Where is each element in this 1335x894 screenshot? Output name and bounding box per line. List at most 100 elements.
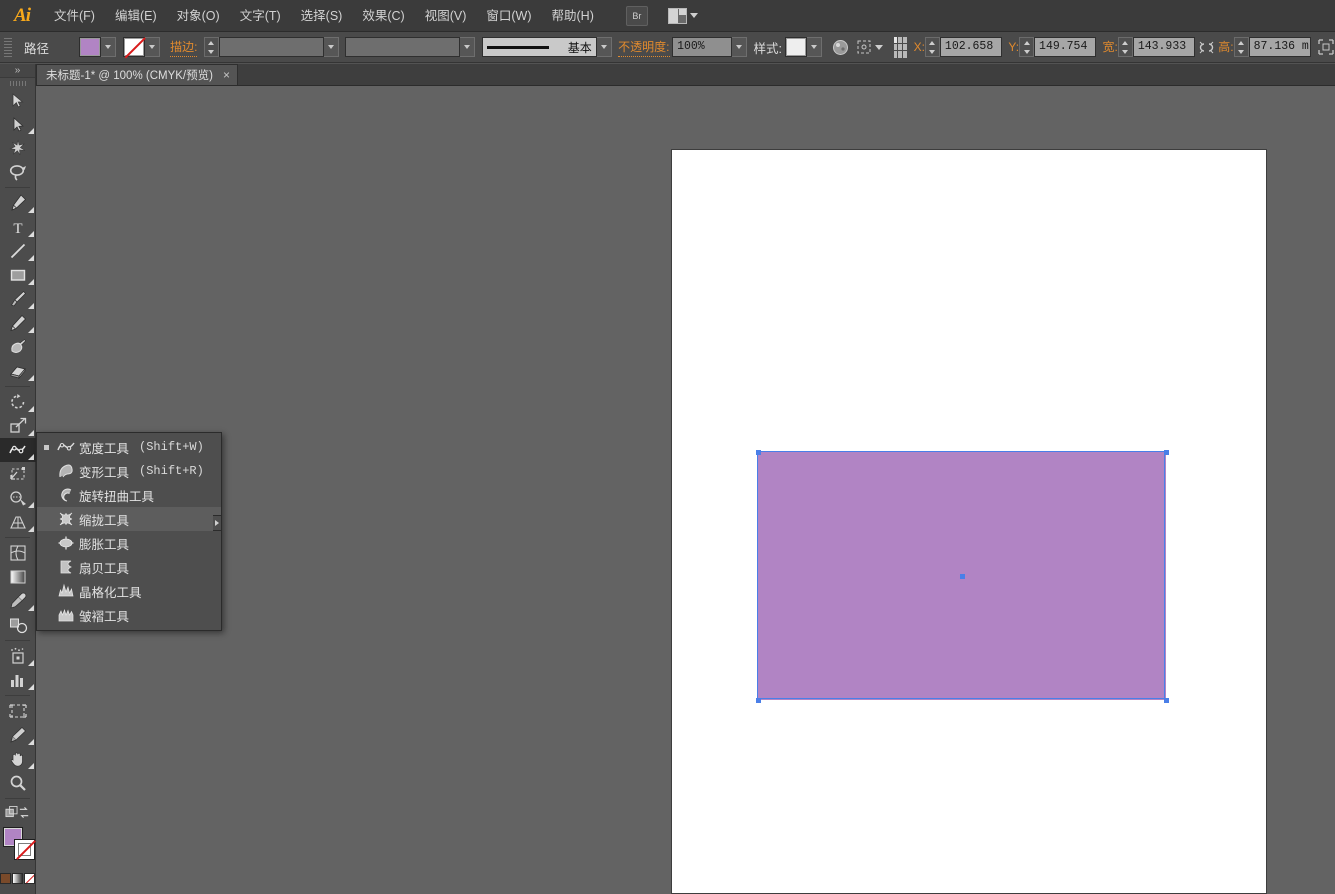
menu-select[interactable]: 选择(S) (291, 0, 353, 32)
reference-point-selector[interactable] (894, 37, 908, 58)
lasso-tool[interactable] (0, 160, 36, 184)
stroke-weight-stepper[interactable] (204, 37, 219, 57)
eraser-tool[interactable] (0, 359, 36, 383)
align-panel-icon[interactable] (1317, 37, 1335, 57)
width-tool[interactable] (0, 438, 36, 462)
workspace-switcher[interactable] (668, 8, 698, 24)
graphic-style-swatch[interactable] (785, 37, 807, 57)
flyout-item-width-tool[interactable]: 宽度工具 (Shift+W) (37, 435, 221, 459)
tools-panel-grip[interactable] (0, 78, 35, 88)
blend-tool[interactable] (0, 613, 36, 637)
appearance-icon[interactable] (832, 37, 849, 57)
height-control[interactable]: 87.136 m (1234, 37, 1311, 57)
opacity-input[interactable]: 100% (672, 37, 732, 57)
graphic-style-dropdown-arrow[interactable] (807, 37, 822, 57)
width-control[interactable]: 143.933 (1118, 37, 1195, 57)
menu-help[interactable]: 帮助(H) (542, 0, 604, 32)
stroke-dropdown-arrow[interactable] (145, 37, 160, 57)
stroke-color-control[interactable] (123, 37, 160, 57)
paintbrush-tool[interactable] (0, 287, 36, 311)
menu-object[interactable]: 对象(O) (167, 0, 230, 32)
menu-edit[interactable]: 编辑(E) (105, 0, 167, 32)
opacity-dropdown-arrow[interactable] (732, 37, 747, 57)
perspective-grid-tool[interactable] (0, 510, 36, 534)
free-transform-tool[interactable] (0, 462, 36, 486)
screen-mode-button[interactable] (0, 890, 35, 894)
height-input[interactable]: 87.136 m (1249, 37, 1311, 57)
flyout-item-twirl-tool[interactable]: 旋转扭曲工具 (37, 483, 221, 507)
width-profile-control[interactable] (345, 37, 475, 57)
canvas-area[interactable] (36, 86, 1335, 894)
center-anchor-point[interactable] (960, 574, 965, 579)
symbol-sprayer-tool[interactable] (0, 644, 36, 668)
flyout-item-wrinkle-tool[interactable]: 皱褶工具 (37, 603, 221, 627)
stroke-swatch-none[interactable] (123, 37, 145, 57)
gradient-tool[interactable] (0, 565, 36, 589)
toolbar-stroke-swatch-none[interactable] (14, 839, 35, 860)
direct-selection-tool[interactable] (0, 112, 36, 136)
link-dimensions-icon[interactable] (1198, 37, 1215, 57)
gradient-button[interactable] (12, 873, 23, 884)
brush-dropdown-arrow[interactable] (597, 37, 612, 57)
transform-panel-icon[interactable] (855, 37, 873, 57)
bridge-button[interactable]: Br (626, 6, 648, 26)
column-graph-tool[interactable] (0, 668, 36, 692)
shape-builder-tool[interactable] (0, 486, 36, 510)
flyout-item-pucker-tool[interactable]: 缩拢工具 (37, 507, 221, 531)
x-position-control[interactable]: 102.658 (925, 37, 1002, 57)
x-position-input[interactable]: 102.658 (940, 37, 1002, 57)
pen-tool[interactable] (0, 191, 36, 215)
width-tool-flyout-menu[interactable]: 宽度工具 (Shift+W) 变形工具 (Shift+R) 旋转扭曲工具 (36, 432, 222, 631)
color-button[interactable] (0, 873, 11, 884)
mesh-tool[interactable] (0, 541, 36, 565)
x-stepper[interactable] (925, 37, 940, 57)
selection-handle-top-right[interactable] (1164, 450, 1169, 455)
menu-view[interactable]: 视图(V) (415, 0, 477, 32)
rectangle-tool[interactable] (0, 263, 36, 287)
zoom-tool[interactable] (0, 771, 36, 795)
magic-wand-tool[interactable] (0, 136, 36, 160)
selection-tool[interactable] (0, 88, 36, 112)
type-tool[interactable]: T (0, 215, 36, 239)
flyout-tearoff-arrow-icon[interactable] (213, 515, 222, 531)
transform-chevron-down-icon[interactable] (875, 45, 883, 50)
width-profile-input[interactable] (345, 37, 460, 57)
width-input[interactable]: 143.933 (1133, 37, 1195, 57)
tools-panel-collapse-button[interactable] (0, 64, 35, 78)
height-stepper[interactable] (1234, 37, 1249, 57)
blob-brush-tool[interactable] (0, 335, 36, 359)
eyedropper-tool[interactable] (0, 589, 36, 613)
document-tab[interactable]: 未标题-1* @ 100% (CMYK/预览) × (36, 64, 238, 85)
opacity-control[interactable]: 100% (672, 37, 747, 57)
artboard[interactable] (671, 149, 1267, 894)
selection-handle-top-left[interactable] (756, 450, 761, 455)
fill-swatch[interactable] (79, 37, 101, 57)
slice-tool[interactable] (0, 723, 36, 747)
graphic-style-control[interactable] (785, 37, 822, 57)
stroke-weight-dropdown-arrow[interactable] (324, 37, 339, 57)
y-position-control[interactable]: 149.754 (1019, 37, 1096, 57)
menu-effect[interactable]: 效果(C) (352, 0, 414, 32)
line-segment-tool[interactable] (0, 239, 36, 263)
opacity-link[interactable]: 不透明度: (618, 38, 669, 57)
close-icon[interactable]: × (223, 69, 230, 81)
stroke-weight-link[interactable]: 描边: (170, 38, 197, 57)
scale-tool[interactable] (0, 414, 36, 438)
none-button[interactable] (24, 873, 35, 884)
width-profile-dropdown-arrow[interactable] (460, 37, 475, 57)
artboard-tool[interactable] (0, 699, 36, 723)
brush-definition-preview[interactable]: 基本 (482, 37, 597, 57)
y-stepper[interactable] (1019, 37, 1034, 57)
panel-grip[interactable] (4, 37, 12, 57)
selection-handle-bottom-left[interactable] (756, 698, 761, 703)
stroke-weight-input[interactable] (219, 37, 324, 57)
pencil-tool[interactable] (0, 311, 36, 335)
brush-definition-control[interactable]: 基本 (482, 37, 612, 57)
menu-file[interactable]: 文件(F) (44, 0, 105, 32)
rotate-tool[interactable] (0, 390, 36, 414)
fill-dropdown-arrow[interactable] (101, 37, 116, 57)
selection-handle-bottom-right[interactable] (1164, 698, 1169, 703)
menu-type[interactable]: 文字(T) (230, 0, 291, 32)
flyout-item-bloat-tool[interactable]: 膨胀工具 (37, 531, 221, 555)
flyout-item-warp-tool[interactable]: 变形工具 (Shift+R) (37, 459, 221, 483)
